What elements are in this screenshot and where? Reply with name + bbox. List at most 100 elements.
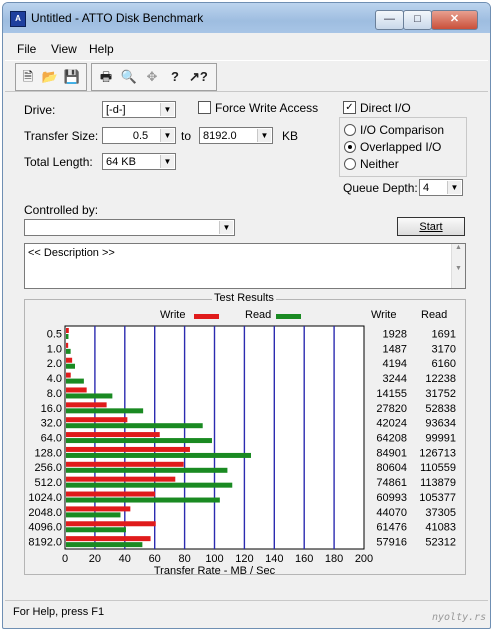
x-tick-label: 120 [235, 553, 253, 565]
x-axis-label: Transfer Rate - MB / Sec [154, 565, 276, 577]
y-tick-label: 2.0 [47, 358, 62, 370]
context-help-icon[interactable]: ↗? [189, 68, 208, 86]
close-button[interactable]: ✕ [431, 10, 478, 30]
menu-view[interactable]: View [51, 42, 77, 56]
toolbar: 🗎 📂 💾 🖶 🔍 ✥ ? ↗? [5, 60, 488, 92]
y-tick-label: 32.0 [41, 418, 62, 430]
x-tick-label: 160 [295, 553, 313, 565]
x-tick-label: 40 [119, 553, 131, 565]
write-bar [66, 342, 69, 348]
toolbar-tools-group: 🖶 🔍 ✥ ? ↗? [91, 63, 217, 91]
status-bar: For Help, press F1 [5, 600, 488, 625]
write-bar [66, 506, 131, 512]
write-value-label: 3244 [383, 373, 407, 385]
x-tick-label: 20 [89, 553, 101, 565]
write-bar [66, 432, 160, 438]
read-bar [66, 497, 220, 503]
write-value-label: 57916 [376, 537, 407, 549]
read-bar [66, 542, 143, 548]
read-value-label: 99991 [425, 433, 456, 445]
atto-app-icon: A [10, 11, 26, 27]
x-tick-label: 100 [205, 553, 223, 565]
read-value-label: 3170 [432, 343, 456, 355]
write-value-label: 84901 [376, 447, 407, 459]
x-tick-label: 80 [178, 553, 190, 565]
write-value-label: 4194 [383, 358, 407, 370]
y-tick-label: 2048.0 [28, 507, 62, 519]
write-value-label: 64208 [376, 433, 407, 445]
menu-help[interactable]: Help [89, 42, 114, 56]
y-tick-label: 512.0 [34, 477, 62, 489]
write-value-label: 80604 [376, 462, 407, 474]
read-value-label: 31752 [425, 388, 456, 400]
print-icon[interactable]: 🖶 [97, 68, 115, 86]
x-tick-label: 140 [265, 553, 283, 565]
write-bar [66, 387, 87, 393]
save-icon[interactable]: 💾 [63, 68, 81, 86]
read-value-label: 52312 [425, 537, 456, 549]
write-bar [66, 491, 156, 497]
read-value-label: 126713 [419, 447, 456, 459]
read-value-label: 37305 [425, 507, 456, 519]
read-bar [66, 512, 121, 518]
read-bar [66, 467, 228, 473]
read-bar [66, 363, 75, 369]
read-value-label: 6160 [432, 358, 456, 370]
read-value-label: 93634 [425, 418, 456, 430]
read-bar [66, 334, 69, 339]
write-bar [66, 357, 73, 363]
y-tick-label: 16.0 [41, 403, 62, 415]
y-tick-label: 4096.0 [28, 522, 62, 534]
help-icon[interactable]: ? [166, 68, 184, 86]
x-tick-label: 200 [355, 553, 373, 565]
write-bar [66, 521, 156, 527]
write-bar [66, 461, 184, 467]
y-tick-label: 4.0 [47, 373, 62, 385]
y-tick-label: 256.0 [34, 462, 62, 474]
read-value-label: 113879 [420, 477, 456, 489]
menu-file[interactable]: File [17, 42, 36, 56]
watermark-logo: nyolty.rs [432, 612, 487, 623]
write-value-label: 74861 [376, 477, 407, 489]
write-value-label: 42024 [376, 418, 407, 430]
write-value-label: 14155 [376, 388, 407, 400]
write-value-label: 60993 [376, 492, 407, 504]
transfer-rate-chart: 0 20 40 60 80 100 120 140 160 180 200 Transfer Rate… [28, 325, 456, 577]
write-bar [66, 476, 176, 482]
window-title: Untitled - ATTO Disk Benchmark [31, 11, 204, 25]
x-tick-label: 180 [325, 553, 343, 565]
read-bar [66, 438, 212, 444]
read-value-label: 1691 [432, 328, 456, 340]
x-tick-label: 60 [149, 553, 161, 565]
read-bar [66, 452, 251, 458]
write-value-label: 27820 [376, 403, 407, 415]
read-value-label: 52838 [425, 403, 456, 415]
y-tick-label: 0.5 [47, 328, 62, 340]
open-icon[interactable]: 📂 [41, 68, 59, 86]
minimize-button[interactable]: — [375, 10, 404, 30]
read-value-label: 12238 [425, 373, 456, 385]
y-tick-label: 1024.0 [28, 492, 62, 504]
status-text: For Help, press F1 [13, 606, 105, 618]
settings-panel: Drive: [-d-] ▼ Force Write Access ✓ Dire… [5, 92, 488, 597]
title-bar[interactable]: A Untitled - ATTO Disk Benchmark — □ ✕ [3, 3, 490, 33]
read-bar [66, 423, 203, 429]
y-tick-label: 8.0 [47, 388, 62, 400]
menu-bar: File View Help [5, 38, 488, 58]
app-window: A Untitled - ATTO Disk Benchmark — □ ✕ F… [2, 2, 491, 629]
y-tick-label: 8192.0 [28, 537, 62, 549]
x-tick-label: 0 [62, 553, 68, 565]
read-bar [66, 482, 233, 488]
print-preview-icon[interactable]: 🔍 [120, 68, 138, 86]
write-value-label: 44070 [376, 507, 407, 519]
move-icon[interactable]: ✥ [143, 68, 161, 86]
write-value-label: 1928 [383, 328, 407, 340]
toolbar-file-group: 🗎 📂 💾 [15, 63, 87, 91]
new-icon[interactable]: 🗎 [19, 68, 37, 86]
write-bar [66, 446, 190, 452]
read-value-label: 41083 [425, 522, 456, 534]
read-bar [66, 527, 126, 533]
maximize-button[interactable]: □ [403, 10, 432, 30]
write-bar [66, 417, 128, 423]
write-value-label: 1487 [383, 343, 407, 355]
